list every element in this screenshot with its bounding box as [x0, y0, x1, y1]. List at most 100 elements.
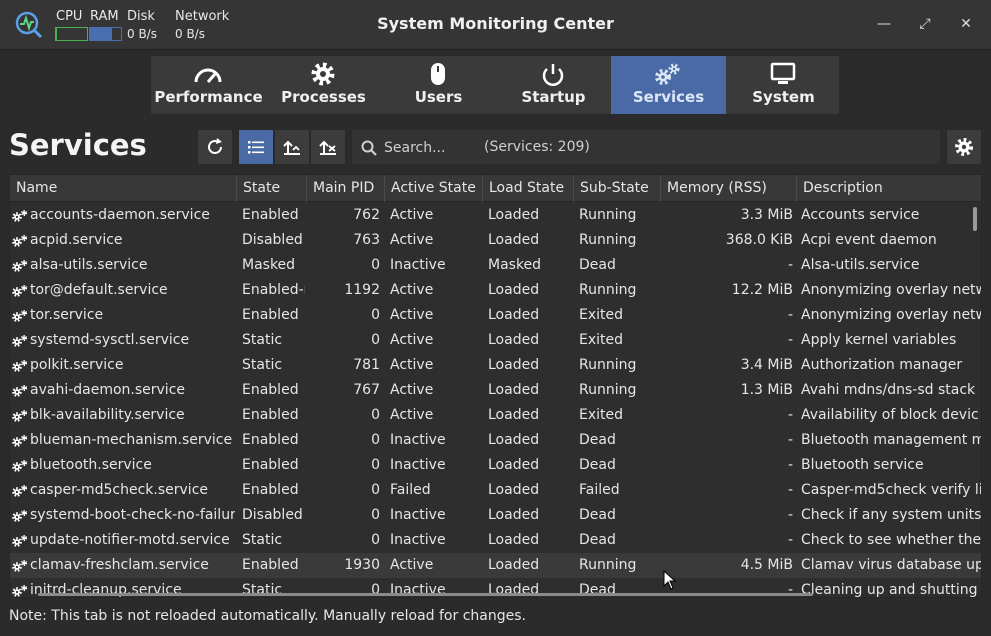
vertical-scrollbar[interactable] — [973, 207, 977, 231]
cell-desc: Clamav virus database up — [801, 557, 982, 573]
cell-sub: Running — [579, 207, 637, 223]
cell-load: Loaded — [488, 457, 540, 473]
table-row[interactable]: systemd-boot-check-no-failur Disabled 0 Ina… — [10, 503, 981, 528]
expand-all-button[interactable] — [274, 129, 310, 165]
service-gears-icon — [12, 410, 28, 422]
cell-state: Enabled — [242, 432, 299, 448]
cell-mem: 12.2 MiB — [731, 282, 793, 298]
cpu-usage-bar — [55, 27, 88, 41]
search-box[interactable]: (Services: 209) — [351, 129, 941, 165]
cell-pid: 781 — [353, 357, 380, 373]
table-row[interactable]: acpid.service Disabled 763 Active Loaded Runn… — [10, 228, 981, 253]
table-row[interactable]: polkit.service Static 781 Active Loaded Runni… — [10, 353, 981, 378]
service-gears-icon — [12, 235, 28, 247]
table-row[interactable]: accounts-daemon.service Enabled 762 Active L… — [10, 203, 981, 228]
cell-pid: 0 — [371, 432, 380, 448]
cell-desc: Apply kernel variables — [801, 332, 957, 348]
table-row[interactable]: tor.service Enabled 0 Active Loaded Exited - An… — [10, 303, 981, 328]
tab-performance[interactable]: Performance — [151, 56, 266, 114]
cell-name: blueman-mechanism.service — [30, 432, 233, 448]
cell-sub: Running — [579, 382, 637, 398]
search-input[interactable] — [384, 138, 494, 158]
table-row[interactable]: bluetooth.service Enabled 0 Inactive Loaded D… — [10, 453, 981, 478]
cell-active: Inactive — [390, 432, 446, 448]
collapse-all-button[interactable] — [310, 129, 346, 165]
services-count: (Services: 209) — [484, 139, 590, 155]
cell-pid: 0 — [371, 307, 380, 323]
cell-mem: 4.5 MiB — [740, 557, 793, 573]
service-gears-icon — [12, 285, 28, 297]
table-row[interactable]: alsa-utils.service Masked 0 Inactive Masked D… — [10, 253, 981, 278]
column-header-memory[interactable]: Memory (RSS) — [661, 175, 797, 202]
table-row[interactable]: blueman-mechanism.service Enabled 0 Inactiv… — [10, 428, 981, 453]
cell-desc: Avahi mdns/dns-sd stack — [801, 382, 976, 398]
column-header-name[interactable]: Name — [10, 175, 237, 202]
cell-load: Loaded — [488, 432, 540, 448]
cell-state: Masked — [242, 257, 296, 273]
cell-desc: Anonymizing overlay netw — [801, 282, 982, 298]
tab-startup[interactable]: Startup — [496, 56, 611, 114]
column-header-sub-state[interactable]: Sub-State — [574, 175, 661, 202]
service-gears-icon — [12, 360, 28, 372]
cell-state: Enabled — [242, 207, 299, 223]
cell-state: Disabled — [242, 507, 303, 523]
table-row[interactable]: clamav-freshclam.service Enabled 1930 Activ… — [10, 553, 982, 578]
close-button[interactable]: ✕ — [954, 12, 978, 36]
ram-usage-fill — [90, 28, 113, 40]
maximize-button[interactable]: ⤢ — [913, 12, 937, 36]
cpu-usage-fill — [56, 28, 57, 40]
tab-processes[interactable]: Processes — [266, 56, 381, 114]
table-row[interactable]: avahi-daemon.service Enabled 767 Active Load… — [10, 378, 981, 403]
cell-load: Loaded — [488, 232, 540, 248]
cell-sub: Dead — [579, 507, 616, 523]
cell-name: alsa-utils.service — [30, 257, 148, 273]
column-header-state[interactable]: State — [237, 175, 307, 202]
ram-label: RAM — [90, 9, 119, 24]
cell-active: Active — [390, 407, 434, 423]
cell-sub: Failed — [579, 482, 620, 498]
cell-name: polkit.service — [30, 357, 124, 373]
tab-system[interactable]: System — [726, 56, 841, 114]
service-gears-icon — [12, 335, 28, 347]
column-header-active-state[interactable]: Active State — [385, 175, 483, 202]
gear-icon — [311, 62, 335, 86]
table-row[interactable]: casper-md5check.service Enabled 0 Failed Loa… — [10, 478, 981, 503]
service-gears-icon — [12, 310, 28, 322]
list-view-button[interactable] — [238, 129, 274, 165]
minimize-button[interactable]: — — [872, 12, 896, 36]
cell-mem: - — [787, 482, 793, 498]
table-row[interactable]: update-notifier-motd.service Static 0 Inact… — [10, 528, 981, 553]
horizontal-scrollbar[interactable] — [38, 593, 813, 596]
cell-load: Loaded — [488, 532, 540, 548]
cell-name: casper-md5check.service — [30, 482, 209, 498]
cell-mem: - — [787, 532, 793, 548]
cell-active: Inactive — [390, 507, 446, 523]
title-bar: CPU RAM Disk Network 0 B/s 0 B/s System … — [0, 0, 991, 50]
service-gears-icon — [12, 385, 28, 397]
cell-state: Enabled — [242, 382, 299, 398]
search-icon — [361, 140, 377, 156]
column-header-load-state[interactable]: Load State — [483, 175, 574, 202]
table-row[interactable]: systemd-sysctl.service Static 0 Active Loade… — [10, 328, 981, 353]
cell-active: Active — [390, 232, 434, 248]
table-row[interactable]: tor@default.service Enabled-r 1192 Active Lo… — [10, 278, 982, 303]
tab-users[interactable]: Users — [381, 56, 496, 114]
gear-icon — [955, 138, 973, 156]
column-header-main-pid[interactable]: Main PID — [307, 175, 385, 202]
column-header-description[interactable]: Description — [797, 175, 981, 202]
cell-mem: - — [787, 332, 793, 348]
cell-mem: 368.0 KiB — [725, 232, 793, 248]
settings-button[interactable] — [946, 129, 982, 165]
table-row[interactable]: blk-availability.service Enabled 0 Active Lo… — [10, 403, 981, 428]
gears-icon — [655, 63, 680, 85]
cell-sub: Dead — [579, 257, 616, 273]
cell-desc: Authorization manager — [801, 357, 963, 373]
refresh-button[interactable] — [197, 129, 233, 165]
tab-label: Performance — [154, 88, 263, 106]
cell-sub: Running — [579, 232, 637, 248]
services-table[interactable]: Name State Main PID Active State Load St… — [9, 174, 982, 598]
cell-state: Static — [242, 532, 283, 548]
cell-pid: 767 — [353, 382, 380, 398]
cell-pid: 0 — [371, 457, 380, 473]
tab-services[interactable]: Services — [611, 56, 726, 114]
